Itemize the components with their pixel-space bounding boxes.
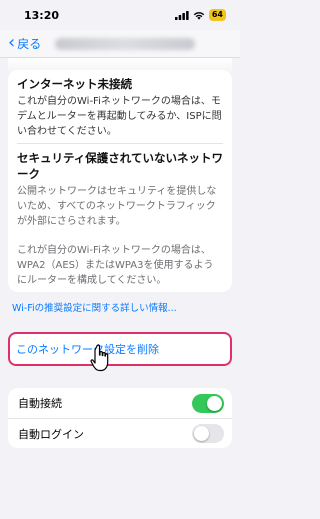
info-section-unsecured: セキュリティ保護されていないネットワーク 公開ネットワークはセキュリティを提供し… <box>17 143 223 292</box>
scroll-fade <box>8 58 232 76</box>
wifi-recommendations-link[interactable]: Wi-Fiの推奨設定に関する詳しい情報... <box>0 292 240 316</box>
section-body: 公開ネットワークはセキュリティを提供しないため、すべてのネットワークトラフィック… <box>17 186 217 227</box>
network-name-blurred <box>55 37 196 50</box>
cellular-signal-icon <box>174 10 189 20</box>
forget-network-label: このネットワーク設定を削除 <box>16 343 159 356</box>
section-body-secondary: これが自分のWi-Fiネットワークの場合は、WPA2（AES）またはWPA3を使… <box>17 245 214 286</box>
auto-login-toggle[interactable] <box>192 424 224 443</box>
section-title: インターネット未接続 <box>17 77 132 91</box>
auto-join-label: 自動接続 <box>18 397 62 410</box>
chevron-left-icon: ‹ <box>8 31 16 53</box>
status-icons: 64 <box>174 9 226 21</box>
forget-network-button[interactable]: このネットワーク設定を削除 <box>8 332 232 372</box>
section-title: セキュリティ保護されていないネットワーク <box>17 151 223 181</box>
auto-login-label: 自動ログイン <box>18 427 84 441</box>
toggle-settings-card: 自動接続 自動ログイン <box>8 388 232 448</box>
network-info-card: インターネット未接続 これが自分のWi-Fiネットワークの場合は、モデムとルータ… <box>8 70 232 292</box>
info-section-no-internet: インターネット未接続 これが自分のWi-Fiネットワークの場合は、モデムとルータ… <box>17 70 223 143</box>
hand-pointer-icon <box>90 344 109 372</box>
auto-join-row: 自動接続 <box>8 388 232 418</box>
back-button[interactable]: ‹ 戻る <box>8 31 42 53</box>
back-label: 戻る <box>17 37 42 51</box>
auto-join-toggle[interactable] <box>192 393 224 413</box>
status-time: 13:20 <box>24 8 60 22</box>
navigation-bar: ‹ 戻る <box>0 30 240 58</box>
section-body: これが自分のWi-Fiネットワークの場合は、モデムとルーターを再起動してみるか、… <box>17 96 222 137</box>
battery-icon: 64 <box>208 9 226 21</box>
auto-login-row: 自動ログイン <box>8 418 232 448</box>
status-bar: 13:20 64 <box>0 0 240 30</box>
wifi-icon <box>193 11 205 20</box>
